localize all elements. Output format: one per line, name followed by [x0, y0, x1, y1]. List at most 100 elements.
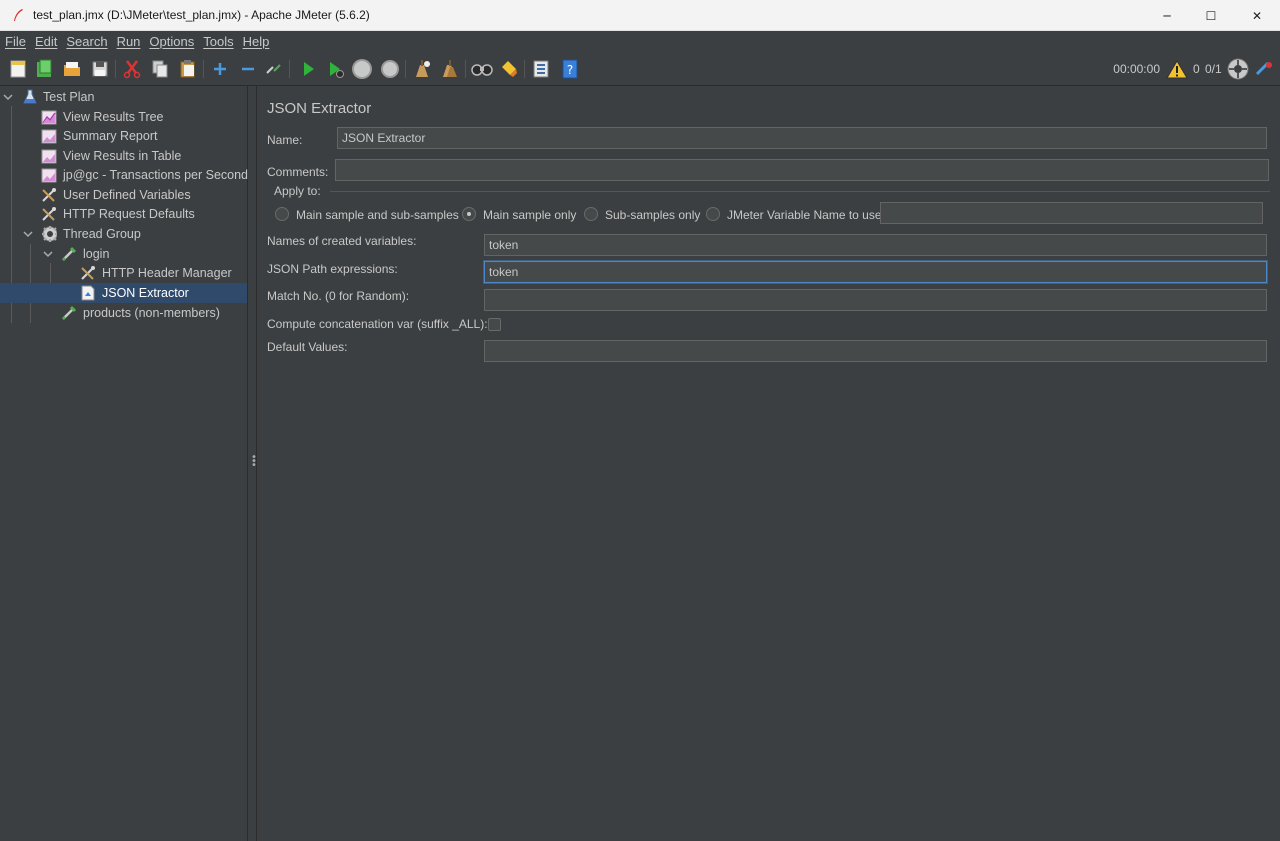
radio-main-only-label: Main sample only — [483, 208, 577, 222]
shutdown-icon[interactable] — [378, 57, 402, 81]
menu-search[interactable]: Search — [66, 34, 107, 49]
post-processor-icon — [80, 285, 96, 301]
collapse-all-icon[interactable] — [236, 57, 260, 81]
new-icon[interactable] — [6, 57, 30, 81]
menu-help[interactable]: Help — [243, 34, 270, 49]
listener-icon — [41, 167, 57, 183]
tree-item-view-results-tree[interactable]: View Results Tree — [0, 107, 247, 127]
toggle-icon[interactable] — [262, 57, 286, 81]
name-label: Name: — [267, 133, 303, 147]
copy-icon[interactable] — [148, 57, 172, 81]
warning-icon[interactable] — [1165, 57, 1189, 81]
toolbar-separator — [524, 60, 525, 78]
listener-icon — [41, 148, 57, 164]
sampler-icon — [61, 305, 77, 321]
config-icon — [41, 206, 57, 222]
remote-status-icon[interactable] — [1226, 57, 1250, 81]
names-created-variables-field[interactable]: token — [484, 234, 1267, 256]
start-no-pauses-icon[interactable] — [323, 57, 347, 81]
json-path-expressions-label: JSON Path expressions: — [267, 262, 398, 276]
radio-jmeter-variable[interactable] — [706, 207, 720, 221]
toolbar-separator — [203, 60, 204, 78]
menu-file[interactable]: File — [5, 34, 26, 49]
radio-main-only[interactable] — [462, 207, 476, 221]
minimize-button[interactable]: ─ — [1144, 0, 1190, 31]
panel-title: JSON Extractor — [267, 100, 372, 117]
tree-item-http-request-defaults[interactable]: HTTP Request Defaults — [0, 204, 247, 224]
chevron-down-icon[interactable] — [3, 92, 13, 102]
tree-item-login[interactable]: login — [0, 244, 247, 264]
window-title: test_plan.jmx (D:\JMeter\test_plan.jmx) … — [33, 8, 370, 22]
match-no-field[interactable] — [484, 289, 1267, 311]
split-pane-divider[interactable]: • • • — [248, 86, 257, 841]
cut-icon[interactable] — [120, 57, 144, 81]
help-icon[interactable]: ? — [558, 57, 582, 81]
menu-options[interactable]: Options — [149, 34, 194, 49]
warning-count: 0 — [1193, 62, 1200, 76]
match-no-label: Match No. (0 for Random): — [267, 289, 410, 303]
expand-all-icon[interactable] — [208, 57, 232, 81]
toolbar-separator — [405, 60, 406, 78]
toolbar: ? 00:00:00 0 0/1 — [0, 52, 1280, 86]
tree-item-json-extractor[interactable]: JSON Extractor — [0, 283, 247, 303]
templates-icon[interactable] — [32, 57, 56, 81]
clear-icon[interactable] — [410, 57, 434, 81]
chevron-down-icon[interactable] — [23, 229, 33, 239]
toolbar-separator — [289, 60, 290, 78]
menu-edit[interactable]: Edit — [35, 34, 57, 49]
paste-icon[interactable] — [176, 57, 200, 81]
thread-group-icon — [41, 226, 57, 242]
active-threads: 0/1 — [1205, 62, 1222, 76]
fieldset-border — [330, 191, 1270, 192]
clear-all-icon[interactable] — [438, 57, 462, 81]
chevron-down-icon[interactable] — [43, 249, 53, 259]
apply-to-legend: Apply to: — [274, 184, 321, 198]
compute-concatenation-checkbox[interactable] — [488, 318, 501, 331]
radio-main-and-sub-label: Main sample and sub-samples — [296, 208, 459, 222]
default-values-field[interactable] — [484, 340, 1267, 362]
svg-text:?: ? — [567, 63, 573, 77]
drag-handle-icon[interactable]: • • • — [251, 453, 257, 471]
menu-run[interactable]: Run — [117, 34, 141, 49]
listener-icon — [41, 128, 57, 144]
tree-item-user-defined-variables[interactable]: User Defined Variables — [0, 185, 247, 205]
tree-item-summary-report[interactable]: Summary Report — [0, 126, 247, 146]
toolbar-separator — [115, 60, 116, 78]
config-icon — [80, 265, 96, 281]
tree-item-thread-group[interactable]: Thread Group — [0, 224, 247, 244]
tree-item-products-non-members[interactable]: products (non-members) — [0, 303, 247, 323]
search-icon[interactable] — [470, 57, 494, 81]
start-icon[interactable] — [296, 57, 320, 81]
json-extractor-panel: JSON Extractor Name: JSON Extractor Comm… — [258, 86, 1280, 841]
open-icon[interactable] — [60, 57, 84, 81]
json-path-expressions-field[interactable]: token — [484, 261, 1267, 283]
function-helper-icon[interactable] — [529, 57, 553, 81]
radio-main-and-sub[interactable] — [275, 207, 289, 221]
window-title-bar: test_plan.jmx (D:\JMeter\test_plan.jmx) … — [0, 0, 1280, 31]
reset-search-icon[interactable] — [497, 57, 521, 81]
listener-icon — [41, 109, 57, 125]
tree-item-view-results-in-table[interactable]: View Results in Table — [0, 146, 247, 166]
comments-label: Comments: — [267, 165, 329, 179]
names-created-variables-label: Names of created variables: — [267, 234, 417, 248]
menu-tools[interactable]: Tools — [203, 34, 233, 49]
tree-item-transactions-per-second[interactable]: jp@gc - Transactions per Second — [0, 165, 248, 185]
radio-sub-only[interactable] — [584, 207, 598, 221]
radio-jmeter-variable-label: JMeter Variable Name to use — [727, 208, 882, 222]
default-values-label: Default Values: — [267, 340, 348, 354]
tree-item-test-plan[interactable]: Test Plan — [0, 87, 247, 107]
radio-sub-only-label: Sub-samples only — [605, 208, 701, 222]
maximize-button[interactable]: ☐ — [1188, 0, 1234, 31]
elapsed-timer: 00:00:00 — [1113, 62, 1160, 76]
save-icon[interactable] — [88, 57, 112, 81]
test-plan-tree[interactable]: Test Plan View Results Tree Summary Repo… — [0, 86, 248, 841]
logger-icon[interactable] — [1252, 57, 1276, 81]
config-icon — [41, 187, 57, 203]
comments-field[interactable] — [335, 159, 1269, 181]
stop-icon[interactable] — [350, 57, 374, 81]
tree-item-http-header-manager[interactable]: HTTP Header Manager — [0, 263, 247, 283]
jmeter-variable-name-field[interactable] — [880, 202, 1263, 224]
name-field[interactable]: JSON Extractor — [337, 127, 1267, 149]
toolbar-separator — [465, 60, 466, 78]
close-button[interactable]: ✕ — [1234, 0, 1280, 31]
